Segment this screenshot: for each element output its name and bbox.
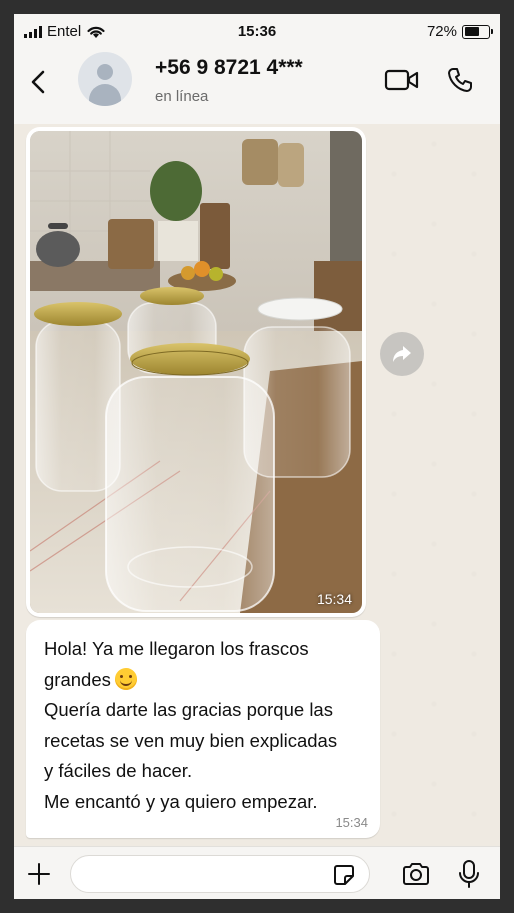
- battery-level: [464, 27, 479, 36]
- message-timestamp: 15:34: [335, 815, 368, 830]
- status-right: 72%: [426, 23, 493, 40]
- message-line: Hola! Ya me llegaron los frascos: [44, 638, 309, 659]
- status-bar: Entel 15:36 72%: [14, 14, 500, 48]
- smiling-face-emoji-icon: [114, 667, 137, 690]
- avatar-body-icon: [89, 84, 121, 106]
- message-input[interactable]: [70, 855, 370, 893]
- video-call-button[interactable]: [382, 64, 422, 96]
- back-button[interactable]: [20, 64, 56, 100]
- attach-button[interactable]: [24, 859, 54, 889]
- chat-header: +56 9 8721 4*** en línea: [14, 48, 500, 125]
- input-bar: [14, 846, 500, 899]
- forward-arrow-icon: [393, 346, 411, 362]
- avatar-head-icon: [97, 64, 113, 80]
- image-message-bubble[interactable]: 15:34: [26, 127, 366, 617]
- message-line-with-emoji: grandes: [44, 665, 364, 696]
- back-arrow-icon: [31, 70, 45, 94]
- contact-status: en línea: [155, 88, 209, 105]
- sticker-button[interactable]: [332, 863, 356, 887]
- text-message-bubble[interactable]: Hola! Ya me llegaron los frascos grandes…: [26, 620, 380, 838]
- photo-glass-jars[interactable]: 15:34: [30, 131, 362, 613]
- message-line: Me encantó y ya quiero empezar.: [44, 790, 318, 812]
- battery-percent: 72%: [426, 23, 457, 40]
- message-line: grandes: [44, 668, 111, 690]
- contact-name[interactable]: +56 9 8721 4***: [155, 56, 303, 80]
- photo-illustration: [30, 131, 362, 613]
- microphone-icon: [459, 860, 479, 888]
- voice-call-button[interactable]: [442, 62, 478, 98]
- avatar[interactable]: [78, 52, 132, 106]
- phone-screen: Entel 15:36 72% +56 9 8721 4*** en línea…: [14, 14, 500, 899]
- message-line: y fáciles de hacer.: [44, 760, 193, 781]
- sticker-icon: [334, 865, 354, 885]
- camera-icon: [403, 863, 429, 885]
- phone-icon: [448, 68, 472, 92]
- forward-button[interactable]: [380, 332, 424, 376]
- camera-button[interactable]: [400, 860, 432, 888]
- battery-icon: [462, 24, 493, 39]
- plus-icon: [28, 863, 50, 885]
- video-camera-icon: [384, 69, 419, 91]
- message-line: recetas se ven muy bien explicadas: [44, 729, 338, 751]
- image-timestamp: 15:34: [316, 591, 352, 607]
- message-line: Quería darte las gracias porque las: [44, 699, 333, 720]
- microphone-button[interactable]: [456, 858, 482, 890]
